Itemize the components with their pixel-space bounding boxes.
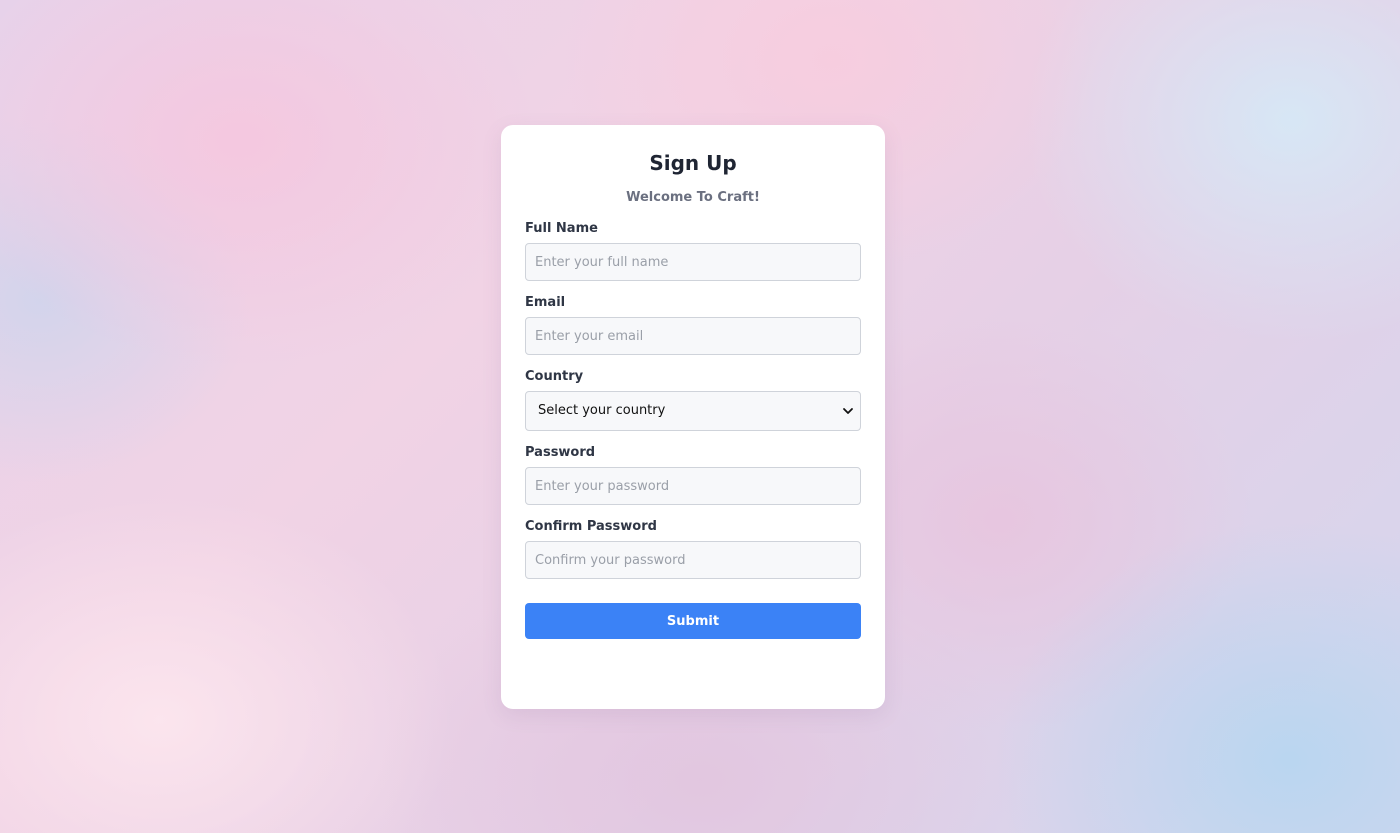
confirm-password-input[interactable]: [525, 541, 861, 579]
full-name-label: Full Name: [525, 221, 598, 236]
full-name-group: Full Name: [525, 221, 861, 281]
signup-card: Sign Up Welcome To Craft! Full Name Emai…: [501, 125, 885, 709]
chevron-down-icon: [843, 408, 853, 414]
confirm-password-group: Confirm Password: [525, 519, 861, 579]
welcome-subtitle: Welcome To Craft!: [626, 190, 760, 205]
password-group: Password: [525, 445, 861, 505]
email-input[interactable]: [525, 317, 861, 355]
country-label: Country: [525, 369, 584, 384]
country-group: Country Select your country: [525, 369, 861, 431]
password-label: Password: [525, 445, 596, 460]
page-title: Sign Up: [649, 151, 737, 175]
email-label: Email: [525, 295, 566, 310]
confirm-password-label: Confirm Password: [525, 519, 657, 534]
country-select-value: Select your country: [538, 403, 666, 418]
country-select[interactable]: Select your country: [525, 391, 861, 431]
submit-button[interactable]: Submit: [525, 603, 861, 639]
email-group: Email: [525, 295, 861, 355]
password-input[interactable]: [525, 467, 861, 505]
full-name-input[interactable]: [525, 243, 861, 281]
